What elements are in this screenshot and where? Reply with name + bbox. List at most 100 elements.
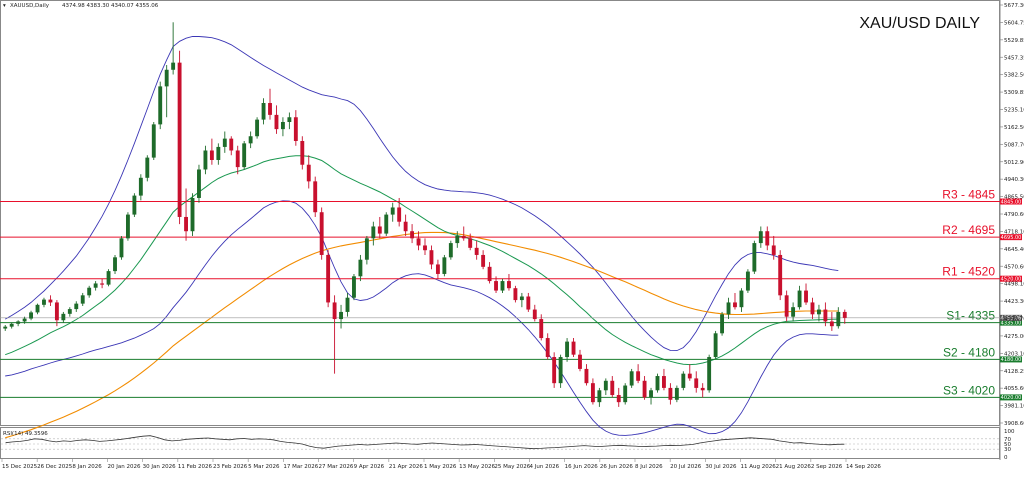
candle-body [229, 138, 234, 151]
candle-body [390, 207, 395, 215]
candle-body [720, 314, 725, 334]
candle-body [526, 296, 531, 310]
x-tick-label: 17 Mar 2026 [283, 464, 318, 470]
candle-body [765, 231, 770, 246]
candle-body [113, 257, 117, 272]
x-tick-label: 23 Feb 2026 [213, 464, 248, 470]
candle-body [29, 312, 33, 319]
candle-body [513, 288, 518, 301]
candle-body [448, 243, 453, 258]
level-label: S2 - 4180 [943, 345, 995, 359]
candle-body [713, 333, 718, 358]
level-price-tag-text: 4020.00 [1001, 395, 1022, 401]
candle-body [636, 371, 641, 381]
candle-body [610, 380, 615, 396]
header-arrow-icon: ▾ [3, 3, 6, 9]
y-tick-label: 4645.40 [1004, 247, 1024, 253]
y-tick-label: 5604.75 [1004, 20, 1024, 26]
candle-body [590, 383, 595, 403]
y-tick-label: 5235.10 [1004, 108, 1024, 114]
candle-body [203, 150, 208, 170]
candle-body [268, 103, 272, 115]
candle-body [319, 212, 324, 255]
rsi-label: RSI(14) 49.3596 [3, 431, 48, 437]
x-tick-label: 27 Mar 2026 [319, 464, 354, 470]
candle-body [519, 296, 524, 301]
candle-body [171, 62, 176, 70]
candle-body [429, 250, 434, 265]
header-ohlc: 4374.98 4383.30 4340.07 4355.06 [62, 3, 159, 9]
candle-body [700, 387, 705, 391]
y-tick-label: 5382.50 [1004, 73, 1024, 79]
y-tick-label: 4865.50 [1004, 195, 1024, 201]
candle-body [87, 287, 92, 296]
candle-body [158, 86, 163, 125]
rsi-plot-frame [0, 427, 1000, 459]
candle-body [655, 376, 660, 391]
x-tick-label: 14 Sep 2026 [846, 464, 881, 470]
candle-body [313, 181, 318, 213]
candle-body [817, 309, 821, 315]
candle-body [16, 321, 21, 324]
candle-body [190, 197, 195, 232]
x-tick-label: 2 Sep 2026 [811, 464, 843, 470]
x-tick-label: 5 Mar 2026 [248, 464, 280, 470]
candle-body [823, 309, 828, 322]
candle-body [733, 302, 737, 308]
candle-body [106, 271, 111, 285]
candle-body [616, 395, 621, 403]
candle-body [674, 387, 679, 400]
candle-body [539, 319, 544, 339]
y-tick-label: 5087.70 [1004, 142, 1024, 148]
chart-title: XAU/USD DAILY [859, 15, 980, 32]
y-tick-label: 4350.70 [1004, 317, 1024, 323]
y-tick-label: 4203.10 [1004, 351, 1024, 357]
y-tick-label: 3908.60 [1004, 421, 1024, 427]
candle-body [668, 387, 673, 400]
candle-body [494, 281, 498, 291]
candle-body [248, 136, 253, 144]
y-tick-label: 4790.60 [1004, 212, 1024, 218]
candle-body [209, 150, 214, 160]
candle-body [791, 307, 796, 317]
candle-body [642, 380, 647, 398]
level-label: R3 - 4845 [942, 188, 995, 202]
candle-body [280, 121, 285, 130]
rsi-tick-label: 100 [1004, 429, 1015, 435]
y-tick-label: 4275.00 [1004, 334, 1024, 340]
candle-body [42, 299, 46, 305]
candle-body [842, 311, 847, 318]
candle-body [377, 226, 382, 234]
candle-body [61, 313, 66, 321]
candle-body [145, 157, 150, 178]
candle-body [306, 164, 311, 182]
candle-body [507, 281, 511, 289]
x-tick-label: 26 Dec 2025 [37, 464, 73, 470]
y-tick-label: 4940.30 [1004, 177, 1024, 183]
candle-body [397, 207, 402, 222]
candle-body [739, 290, 744, 308]
candle-body [332, 302, 337, 320]
candle-body [778, 254, 783, 296]
candle-body [836, 311, 841, 327]
y-tick-label: 3981.10 [1004, 404, 1024, 410]
candle-body [829, 321, 834, 327]
candle-body [545, 338, 550, 358]
candle-body [358, 259, 363, 277]
candle-body [93, 283, 98, 288]
candle-body [100, 283, 105, 285]
y-tick-label: 5529.85 [1004, 38, 1024, 44]
x-tick-label: 11 Aug 2026 [741, 464, 777, 470]
candle-body [707, 357, 712, 391]
candle-body [197, 169, 201, 198]
candle-body [455, 235, 460, 244]
candle-body [48, 299, 53, 303]
level-label: R1 - 4520 [942, 265, 995, 279]
candle-body [532, 309, 537, 320]
x-tick-label: 21 Apr 2026 [389, 464, 424, 470]
x-tick-label: 20 Jul 2026 [670, 464, 702, 470]
x-tick-label: 21 Aug 2026 [776, 464, 812, 470]
candle-body [745, 271, 750, 291]
level-label: S1- 4335 [946, 309, 995, 323]
x-tick-label: 25 May 2026 [494, 464, 530, 470]
